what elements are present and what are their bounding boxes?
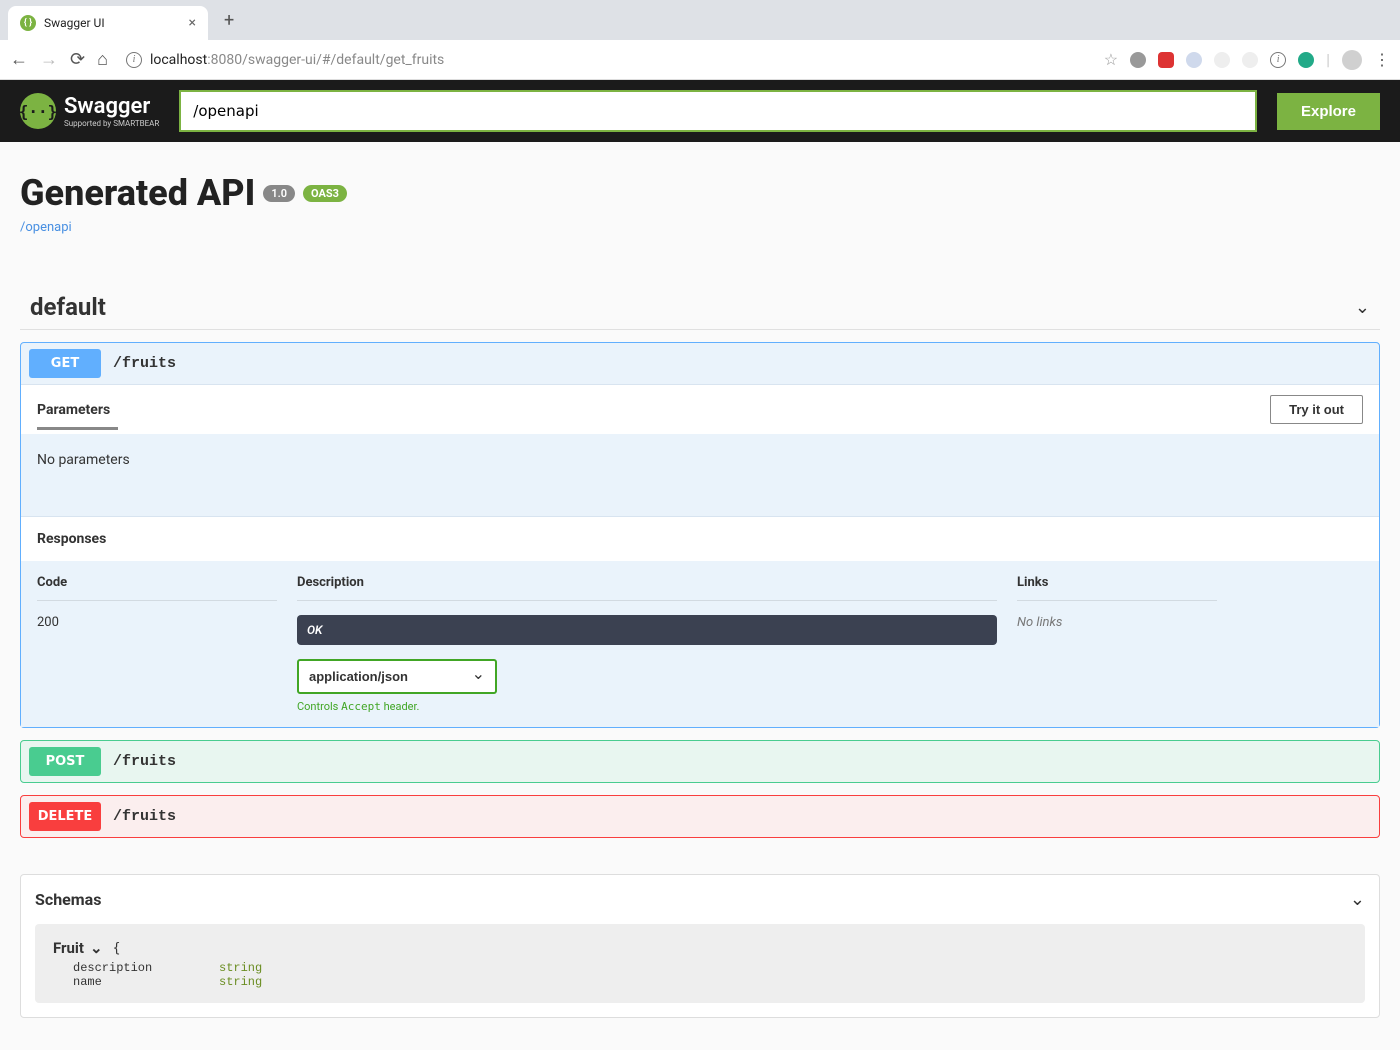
tab-title: Swagger UI [44,16,181,30]
oas-badge: OAS3 [303,185,347,202]
version-badge: 1.0 [263,185,295,202]
swagger-favicon-icon: { } [20,15,36,31]
forward-button[interactable]: → [40,49,58,70]
operation-post-fruits: POST /fruits [20,740,1380,783]
schema-body: Fruit ⌄ { description string name string [35,924,1365,1003]
reload-button[interactable]: ⟳ [70,49,85,70]
main-content: Generated API 1.0 OAS3 /openapi default … [0,142,1400,1048]
responses-table: Code Description Links 200 OK applicatio… [21,561,1379,727]
operation-summary[interactable]: GET /fruits [21,343,1379,384]
schema-prop: name string [73,975,1347,989]
api-title-row: Generated API 1.0 OAS3 [20,172,1380,214]
parameters-header: Parameters Try it out [21,384,1379,434]
accept-hint: Controls Accept header. [297,700,997,713]
th-links: Links [1017,575,1217,601]
operation-body: Parameters Try it out No parameters Resp… [21,384,1379,727]
api-title: Generated API [20,172,255,214]
response-code: 200 [37,601,277,713]
response-description: OK application/json Controls Accept head… [297,601,997,713]
operation-path: /fruits [113,753,176,770]
browser-tab[interactable]: { } Swagger UI × [8,6,208,40]
responses-label: Responses [21,516,1379,561]
th-description: Description [297,575,997,601]
tab-bar: { } Swagger UI × + [0,0,1400,40]
extension-icon[interactable] [1130,52,1146,68]
kebab-menu-icon[interactable]: ⋮ [1374,50,1390,69]
operation-delete-fruits: DELETE /fruits [20,795,1380,838]
operation-summary[interactable]: DELETE /fruits [21,796,1379,837]
swagger-logo: {··} Swagger Supported by SMARTBEAR [20,93,159,129]
chevron-down-icon[interactable]: ⌄ [90,939,103,957]
parameters-label: Parameters [37,402,110,418]
explore-button[interactable]: Explore [1277,93,1380,130]
extension-icon[interactable] [1242,52,1258,68]
chevron-down-icon[interactable]: ⌄ [1350,889,1365,910]
operation-summary[interactable]: POST /fruits [21,741,1379,782]
new-tab-button[interactable]: + [212,10,246,31]
site-info-icon[interactable]: i [126,52,142,68]
schemas-section: Schemas ⌄ Fruit ⌄ { description string n… [20,874,1380,1018]
tag-section: default ⌄ GET /fruits Parameters Try it … [20,285,1380,838]
method-badge: POST [29,747,101,776]
response-ok-box: OK [297,615,997,645]
swagger-logo-text: Swagger [64,94,150,119]
browser-chrome: { } Swagger UI × + ← → ⟳ ⌂ i localhost:8… [0,0,1400,80]
try-it-out-button[interactable]: Try it out [1270,395,1363,424]
method-badge: GET [29,349,101,378]
operation-path: /fruits [113,355,176,372]
bookmark-star-icon[interactable]: ☆ [1104,50,1118,69]
tag-header[interactable]: default ⌄ [20,285,1380,330]
swagger-logo-subtitle: Supported by SMARTBEAR [64,119,159,128]
close-icon[interactable]: × [189,15,196,31]
schemas-header[interactable]: Schemas ⌄ [21,875,1379,924]
no-links-text: No links [1017,601,1217,713]
abp-extension-icon[interactable] [1158,52,1174,68]
url-bar[interactable]: i localhost:8080/swagger-ui/#/default/ge… [120,52,1092,68]
home-button[interactable]: ⌂ [97,49,108,70]
extension-icon[interactable] [1214,52,1230,68]
browser-toolbar: ← → ⟳ ⌂ i localhost:8080/swagger-ui/#/de… [0,40,1400,80]
spec-url-input[interactable] [179,90,1257,132]
operation-get-fruits: GET /fruits Parameters Try it out No par… [20,342,1380,728]
method-badge: DELETE [29,802,101,831]
tag-name: default [30,293,106,321]
operation-path: /fruits [113,808,176,825]
info-icon[interactable]: i [1270,52,1286,68]
schemas-title: Schemas [35,890,101,909]
schema-props: description string name string [53,961,1347,989]
content-type-select[interactable]: application/json [297,659,497,694]
url-text: localhost:8080/swagger-ui/#/default/get_… [150,52,444,68]
extension-icon[interactable] [1298,52,1314,68]
swagger-logo-icon: {··} [20,93,56,129]
chevron-down-icon[interactable]: ⌄ [1355,297,1370,318]
spec-link[interactable]: /openapi [20,220,72,235]
back-button[interactable]: ← [10,49,28,70]
schema-prop: description string [73,961,1347,975]
no-parameters-text: No parameters [21,434,1379,516]
extension-icon[interactable] [1186,52,1202,68]
schema-model-name[interactable]: Fruit ⌄ { [53,939,120,957]
th-code: Code [37,575,277,601]
profile-avatar[interactable] [1342,50,1362,70]
swagger-header: {··} Swagger Supported by SMARTBEAR Expl… [0,80,1400,142]
